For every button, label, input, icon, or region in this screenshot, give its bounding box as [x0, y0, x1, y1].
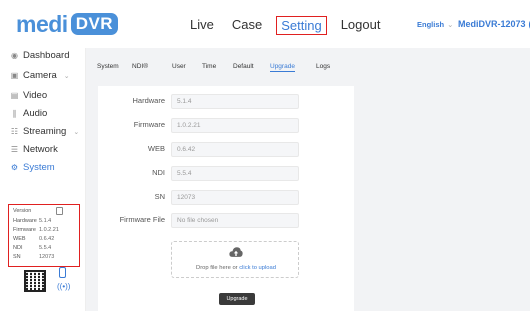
chevron-down-icon: ⌄ — [63, 72, 70, 80]
firmware-file-input[interactable]: No file chosen — [171, 213, 299, 228]
qr-code-icon — [24, 270, 46, 292]
sidebar-item-dashboard[interactable]: ◉ Dashboard — [10, 50, 69, 61]
version-row: Hardware 5.1.4 — [13, 218, 79, 224]
system-icon: ⚙ — [10, 163, 19, 172]
logo-text: medi — [16, 10, 68, 37]
mobile-phone-icon[interactable] — [59, 267, 66, 278]
sidebar: ◉ Dashboard ▣ Camera ⌄ ▤ Video ∥ Audio ☷… — [0, 48, 86, 311]
firmware-label: Firmware — [133, 120, 165, 129]
sidebar-item-camera[interactable]: ▣ Camera ⌄ — [10, 70, 70, 81]
streaming-icon: ☷ — [10, 127, 19, 136]
page: medi DVR Live Case Setting Logout Englis… — [0, 0, 530, 311]
upgrade-button[interactable]: Upgrade — [219, 293, 255, 305]
nav-case[interactable]: Case — [228, 16, 266, 35]
version-info-box: Version Hardware 5.1.4 Firmware 1.0.2.21… — [8, 204, 80, 267]
tab-system[interactable]: System — [97, 63, 119, 70]
tab-logs[interactable]: Logs — [316, 63, 330, 70]
sidebar-item-network[interactable]: ☰ Network — [10, 144, 58, 155]
version-row: SN 12073 — [13, 254, 79, 260]
version-key: Firmware — [13, 227, 36, 233]
sidebar-item-label: Camera — [23, 70, 57, 81]
web-field: 0.6.42 — [171, 142, 299, 157]
firmware-field: 1.0.2.21 — [171, 118, 299, 133]
version-title-row: Version — [13, 208, 79, 214]
sidebar-item-label: Video — [23, 90, 48, 101]
web-label: WEB — [147, 144, 165, 153]
tab-user[interactable]: User — [172, 63, 186, 70]
settings-tabs: System NDI® User Time Default Upgrade Lo… — [86, 48, 530, 84]
form-row-sn: SN 12073 — [98, 190, 354, 205]
nav-setting[interactable]: Setting — [276, 16, 327, 35]
logo[interactable]: medi DVR — [16, 10, 119, 37]
version-key: WEB — [13, 236, 26, 242]
device-name: MediDVR-12073(E — [458, 19, 530, 29]
version-value: 0.6.42 — [39, 236, 55, 242]
form-row-ndi: NDI 5.5.4 — [98, 166, 354, 181]
network-icon: ☰ — [10, 145, 19, 154]
hardware-label: Hardware — [132, 96, 165, 105]
version-value: 1.0.2.21 — [39, 227, 59, 233]
signal-icon: ((•)) — [57, 282, 71, 291]
chevron-down-icon: ⌄ — [447, 20, 454, 29]
device-name-label: MediDVR-12073 — [458, 19, 526, 29]
version-value: 5.1.4 — [39, 218, 52, 224]
version-row: Firmware 1.0.2.21 — [13, 227, 79, 233]
tab-time[interactable]: Time — [202, 63, 216, 70]
top-nav: Live Case Setting Logout — [186, 16, 384, 35]
version-title: Version — [13, 208, 32, 214]
sidebar-item-video[interactable]: ▤ Video — [10, 90, 47, 101]
upgrade-panel: Hardware 5.1.4 Firmware 1.0.2.21 WEB 0.6… — [98, 86, 354, 311]
language-label: English — [417, 20, 445, 29]
version-row: NDI 5.5.4 — [13, 245, 79, 251]
click-to-upload-link[interactable]: click to upload — [239, 265, 276, 271]
version-key: Hardware — [13, 218, 37, 224]
tab-default[interactable]: Default — [233, 63, 254, 70]
sidebar-item-audio[interactable]: ∥ Audio — [10, 108, 48, 119]
version-row: WEB 0.6.42 — [13, 236, 79, 242]
copy-icon[interactable] — [56, 207, 63, 215]
version-value: 12073 — [39, 254, 55, 260]
video-icon: ▤ — [10, 91, 19, 100]
sn-label: SN — [154, 192, 165, 201]
camera-icon: ▣ — [10, 71, 19, 80]
upload-dropzone[interactable]: Drop file here or click to upload — [171, 241, 299, 278]
dashboard-icon: ◉ — [11, 51, 18, 60]
language-select[interactable]: English ⌄ — [417, 20, 453, 29]
nav-live[interactable]: Live — [186, 16, 218, 35]
upload-hint-text: Drop file here or — [196, 265, 240, 271]
nav-logout[interactable]: Logout — [337, 16, 385, 35]
firmware-file-label: Firmware File — [119, 215, 165, 224]
sidebar-item-streaming[interactable]: ☷ Streaming ⌄ — [10, 126, 79, 137]
version-key: SN — [13, 254, 21, 260]
sidebar-item-label: Streaming — [23, 126, 67, 137]
ndi-field: 5.5.4 — [171, 166, 299, 181]
main-content: System NDI® User Time Default Upgrade Lo… — [86, 48, 530, 311]
tab-ndi[interactable]: NDI® — [132, 63, 148, 70]
upload-hint: Drop file here or click to upload — [172, 265, 300, 271]
header: medi DVR Live Case Setting Logout Englis… — [0, 0, 530, 48]
sidebar-item-system[interactable]: ⚙ System — [10, 162, 55, 173]
sidebar-item-label: Network — [23, 144, 58, 155]
form-row-hardware: Hardware 5.1.4 — [98, 94, 354, 109]
chevron-down-icon: ⌄ — [73, 128, 80, 136]
form-row-web: WEB 0.6.42 — [98, 142, 354, 157]
form-row-firmware: Firmware 1.0.2.21 — [98, 118, 354, 133]
audio-icon: ∥ — [12, 109, 17, 118]
hardware-field: 5.1.4 — [171, 94, 299, 109]
logo-box: DVR — [70, 13, 119, 35]
sidebar-item-label: System — [23, 162, 55, 173]
tab-upgrade[interactable]: Upgrade — [270, 63, 295, 72]
cloud-upload-icon — [229, 247, 243, 257]
sidebar-item-label: Dashboard — [23, 50, 70, 61]
sn-field: 12073 — [171, 190, 299, 205]
version-key: NDI — [13, 245, 23, 251]
ndi-label: NDI — [152, 168, 165, 177]
sidebar-item-label: Audio — [23, 108, 48, 119]
form-row-firmware-file: Firmware File No file chosen — [98, 213, 354, 228]
version-value: 5.5.4 — [39, 245, 52, 251]
